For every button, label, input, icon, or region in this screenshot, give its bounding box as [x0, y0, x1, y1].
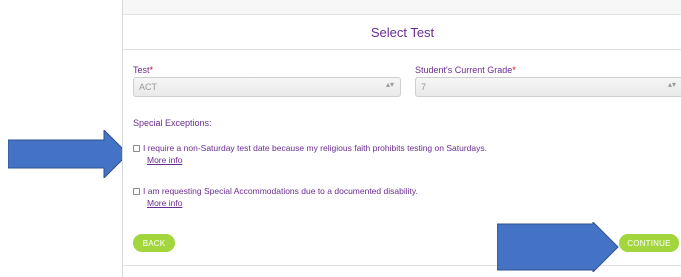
test-label-text: Test	[133, 65, 150, 75]
more-info-link[interactable]: More info	[147, 198, 418, 208]
grade-select-value: 7	[421, 82, 427, 92]
test-select-value: ACT	[139, 82, 157, 92]
more-info-link[interactable]: More info	[147, 155, 487, 165]
continue-button[interactable]: CONTINUE	[619, 234, 679, 252]
test-select[interactable]: ACT ▴▾	[133, 77, 401, 97]
exception-option-label: I am requesting Special Accommodations d…	[143, 186, 418, 196]
exception-option-saturday: I require a non-Saturday test date becau…	[133, 143, 487, 165]
checkbox-icon[interactable]	[133, 187, 140, 195]
back-button[interactable]: BACK	[133, 234, 175, 252]
top-gap	[123, 0, 681, 14]
callout-arrow-left	[8, 130, 129, 178]
exception-option-label: I require a non-Saturday test date becau…	[143, 143, 487, 153]
exception-option-accommodations: I am requesting Special Accommodations d…	[133, 186, 418, 208]
checkbox-icon[interactable]	[133, 144, 140, 152]
test-label: Test*	[133, 65, 153, 75]
page-title-text: Select Test	[370, 24, 435, 40]
callout-arrow-right	[497, 222, 619, 272]
select-arrows-icon: ▴▾	[385, 80, 394, 89]
required-marker: *	[512, 65, 516, 75]
grade-label: Student's Current Grade*	[415, 65, 516, 75]
special-exceptions-title: Special Exceptions:	[133, 118, 212, 128]
grade-label-text: Student's Current Grade	[415, 65, 513, 75]
required-marker: *	[149, 65, 154, 75]
page-title: Select Test	[123, 14, 681, 50]
grade-select[interactable]: 7 ▴▾	[415, 77, 681, 97]
select-arrows-icon: ▴▾	[667, 80, 676, 89]
